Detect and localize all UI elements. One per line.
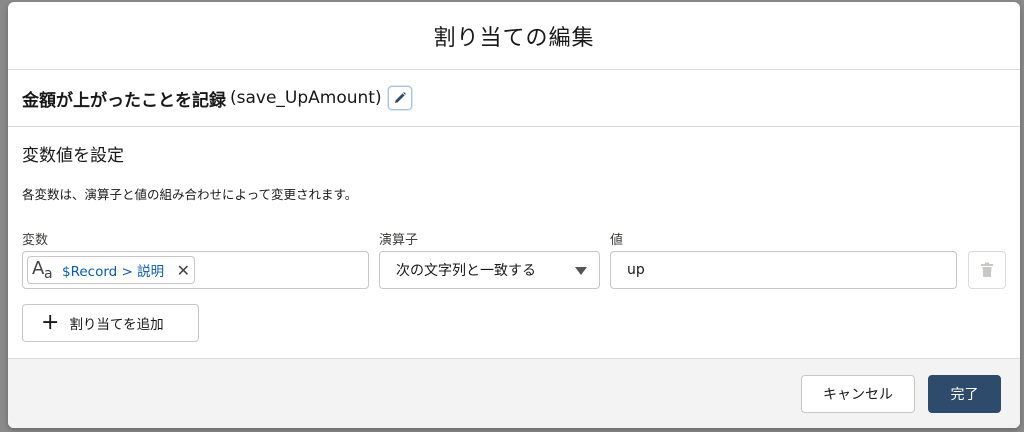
text-type-icon: A a — [32, 258, 62, 282]
done-button[interactable]: 完了 — [928, 375, 1001, 413]
variable-field[interactable]: A a $Record > 説明 ✕ — [22, 251, 369, 289]
delete-assignment-button[interactable] — [968, 251, 1006, 289]
cancel-button[interactable]: キャンセル — [801, 375, 915, 413]
text-type-icon-small-glyph: a — [44, 266, 53, 282]
column-labels: 変数 演算子 値 — [22, 229, 1006, 249]
variable-column-label: 変数 — [22, 233, 49, 248]
assignment-row: A a $Record > 説明 ✕ 次の文字列と一致する up — [22, 251, 1006, 291]
modal-header: 割り当ての編集 — [8, 2, 1020, 70]
add-assignment-label: 割り当てを追加 — [69, 317, 164, 333]
variable-pill[interactable]: A a $Record > 説明 ✕ — [27, 256, 195, 284]
plus-icon: + — [41, 310, 60, 335]
pencil-icon — [394, 92, 406, 103]
text-type-icon-big-glyph: A — [32, 258, 45, 279]
operator-select[interactable]: 次の文字列と一致する — [379, 251, 600, 289]
element-name-row: 金額が上がったことを記録 (save_UpAmount) — [8, 70, 1020, 127]
remove-variable-icon[interactable]: ✕ — [177, 261, 190, 280]
add-assignment-button[interactable]: + 割り当てを追加 — [22, 304, 199, 342]
edit-name-button[interactable] — [387, 86, 412, 110]
section-description: 各変数は、演算子と値の組み合わせによって変更されます。 — [22, 187, 358, 202]
chevron-down-icon — [575, 267, 587, 275]
operator-column-label: 演算子 — [379, 233, 419, 248]
section-title: 変数値を設定 — [22, 146, 124, 166]
element-api-name: (save_UpAmount) — [230, 88, 382, 108]
trash-icon — [981, 262, 993, 277]
value-column-label: 値 — [610, 233, 624, 248]
operator-selected-value: 次の文字列と一致する — [396, 263, 536, 279]
modal-body: 変数値を設定 各変数は、演算子と値の組み合わせによって変更されます。 変数 演算… — [8, 127, 1020, 342]
value-input-text: up — [627, 262, 645, 278]
modal-title: 割り当ての編集 — [433, 25, 595, 51]
variable-pill-label: $Record > 説明 — [62, 264, 165, 280]
element-label: 金額が上がったことを記録 — [22, 90, 226, 111]
edit-assignment-modal: 割り当ての編集 金額が上がったことを記録 (save_UpAmount) 変数値… — [8, 2, 1020, 428]
value-input[interactable]: up — [610, 251, 957, 289]
modal-footer: キャンセル 完了 — [8, 358, 1020, 428]
